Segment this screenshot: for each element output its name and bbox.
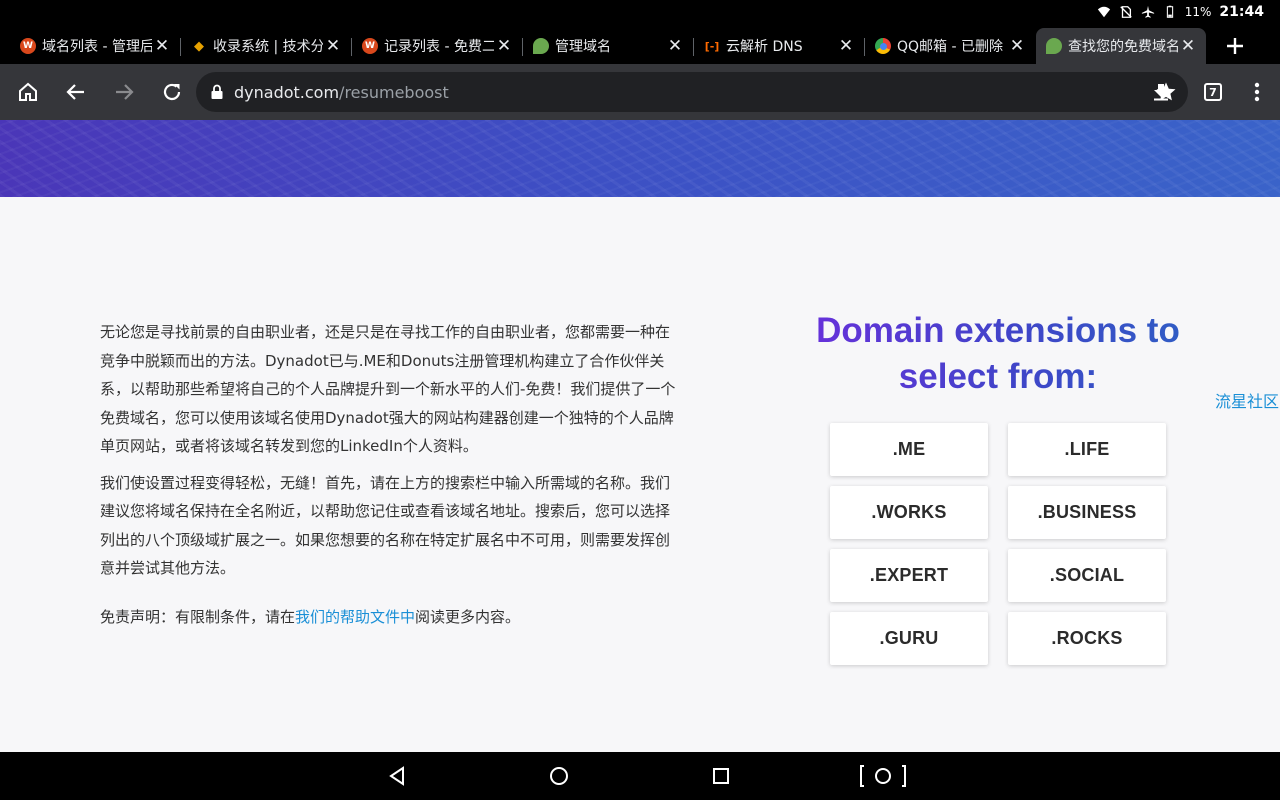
tab-count: 7 <box>1204 83 1222 101</box>
tab-close-icon[interactable]: ✕ <box>836 36 856 56</box>
disclaimer: 免责声明：有限制条件，请在我们的帮助文件中阅读更多内容。 <box>100 603 680 632</box>
extensions-heading-line1: Domain extensions to <box>816 311 1180 350</box>
home-icon <box>19 82 37 101</box>
plus-icon <box>1227 38 1243 54</box>
reload-button[interactable] <box>148 68 196 116</box>
url-host: dynadot.com <box>234 82 340 102</box>
browser-toolbar: dynadot.com/resumeboost 7 <box>0 64 1280 120</box>
extensions-heading-line2: select from: <box>898 357 1098 396</box>
back-button[interactable] <box>52 68 100 116</box>
tab-favicon-icon: W <box>20 38 36 54</box>
browser-window: 11% 21:44 W 域名列表 - 管理后 ✕ ◆ 收录系统 | 技术分 ✕ … <box>0 0 1280 800</box>
tab[interactable]: QQ邮箱 - 已删除 ✕ <box>865 28 1035 64</box>
disclaimer-prefix: 免责声明：有限制条件，请在 <box>100 607 296 626</box>
tab-close-icon[interactable]: ✕ <box>1178 36 1198 56</box>
disclaimer-suffix: 阅读更多内容。 <box>415 607 521 626</box>
help-docs-link[interactable]: 我们的帮助文件中 <box>295 608 415 626</box>
airplane-mode-icon <box>1141 5 1154 18</box>
extension-card-rocks[interactable]: .ROCKS <box>1008 612 1166 665</box>
tab-close-icon[interactable]: ✕ <box>665 36 685 56</box>
navigation-bar <box>0 752 1280 800</box>
battery-percent: 11% <box>1184 5 1212 19</box>
tab-favicon-icon <box>875 38 891 54</box>
address-bar[interactable]: dynadot.com/resumeboost <box>196 72 1188 112</box>
nav-back-button[interactable] <box>373 752 421 800</box>
menu-button[interactable] <box>1233 68 1280 116</box>
extension-card-life[interactable]: .LIFE <box>1008 423 1166 476</box>
hero-banner-image <box>0 120 1280 197</box>
tab-close-icon[interactable]: ✕ <box>1007 36 1027 56</box>
tab-favicon-icon <box>1046 38 1062 54</box>
tab-title: 记录列表 - 免费二 <box>384 39 494 55</box>
tab-title: 查找您的免费域名 <box>1068 39 1178 55</box>
description-text: 无论您是寻找前景的自由职业者，还是只是在寻找工作的自由职业者，您都需要一种在竞争… <box>100 318 680 639</box>
tab-favicon-icon: W <box>362 38 378 54</box>
download-button[interactable] <box>1137 68 1185 116</box>
tab-switcher-button[interactable]: 7 <box>1189 68 1237 116</box>
extension-card-business[interactable]: .BUSINESS <box>1008 486 1166 539</box>
tab-favicon-icon <box>533 38 549 54</box>
clock: 21:44 <box>1219 4 1264 20</box>
screenshot-button[interactable] <box>859 752 907 800</box>
tab[interactable]: W 记录列表 - 免费二 ✕ <box>352 28 523 64</box>
square-recents-icon <box>713 768 729 784</box>
tab[interactable]: 管理域名 ✕ <box>523 28 694 64</box>
lock-icon <box>211 84 223 99</box>
extension-card-works[interactable]: .WORKS <box>830 486 988 539</box>
no-sim-icon <box>1120 6 1132 18</box>
setup-paragraph: 我们使设置过程变得轻松，无缝！首先，请在上方的搜索栏中输入所需域的名称。我们建议… <box>100 473 671 578</box>
intro-paragraph: 无论您是寻找前景的自由职业者，还是只是在寻找工作的自由职业者，您都需要一种在竞争… <box>100 323 676 455</box>
status-bar: 11% 21:44 <box>0 0 1280 24</box>
circle-home-icon <box>550 767 568 785</box>
tab-close-icon[interactable]: ✕ <box>323 36 343 56</box>
nav-recents-button[interactable] <box>697 752 745 800</box>
triangle-back-icon <box>389 766 404 786</box>
new-tab-button[interactable] <box>1215 28 1255 64</box>
extension-card-guru[interactable]: .GURU <box>830 612 988 665</box>
extension-card-me[interactable]: .ME <box>830 423 988 476</box>
download-icon <box>1154 84 1168 101</box>
tab-title: 收录系统 | 技术分 <box>213 39 323 55</box>
tab-close-icon[interactable]: ✕ <box>494 36 514 56</box>
battery-icon <box>1166 5 1173 18</box>
tab-close-icon[interactable]: ✕ <box>152 36 172 56</box>
tab-favicon-icon: [-] <box>704 39 720 53</box>
forward-button[interactable] <box>100 68 148 116</box>
more-vert-icon <box>1254 82 1260 102</box>
tab-title: 域名列表 - 管理后 <box>42 39 152 55</box>
community-side-link[interactable]: 流星社区 <box>1215 388 1279 412</box>
arrow-right-icon <box>116 84 134 100</box>
home-button[interactable] <box>4 68 52 116</box>
nav-home-button[interactable] <box>535 752 583 800</box>
wifi-icon <box>1097 6 1110 18</box>
tab-title: 云解析 DNS <box>726 39 803 55</box>
tab[interactable]: W 域名列表 - 管理后 ✕ <box>10 28 181 64</box>
tab[interactable]: [-] 云解析 DNS ✕ <box>694 28 865 64</box>
tab[interactable]: ◆ 收录系统 | 技术分 ✕ <box>181 28 352 64</box>
tab-favicon-icon: ◆ <box>194 38 204 54</box>
reload-icon <box>163 83 181 101</box>
url-text: dynadot.com/resumeboost <box>234 83 449 102</box>
extensions-heading: Domain extensions to select from: <box>790 308 1206 400</box>
tab-strip: W 域名列表 - 管理后 ✕ ◆ 收录系统 | 技术分 ✕ W 记录列表 - 免… <box>0 24 1280 64</box>
tab-active[interactable]: 查找您的免费域名 ✕ <box>1036 28 1206 64</box>
url-path: /resumeboost <box>339 82 449 102</box>
tab-title: 管理域名 <box>555 39 611 55</box>
web-page: 无论您是寻找前景的自由职业者，还是只是在寻找工作的自由职业者，您都需要一种在竞争… <box>0 120 1280 752</box>
screenshot-icon <box>860 765 906 787</box>
arrow-left-icon <box>66 84 84 100</box>
extension-card-expert[interactable]: .EXPERT <box>830 549 988 602</box>
extensions-grid: .ME .LIFE .WORKS .BUSINESS .EXPERT .SOCI… <box>830 423 1166 665</box>
tab-title: QQ邮箱 - 已删除 <box>897 39 1003 55</box>
extension-card-social[interactable]: .SOCIAL <box>1008 549 1166 602</box>
